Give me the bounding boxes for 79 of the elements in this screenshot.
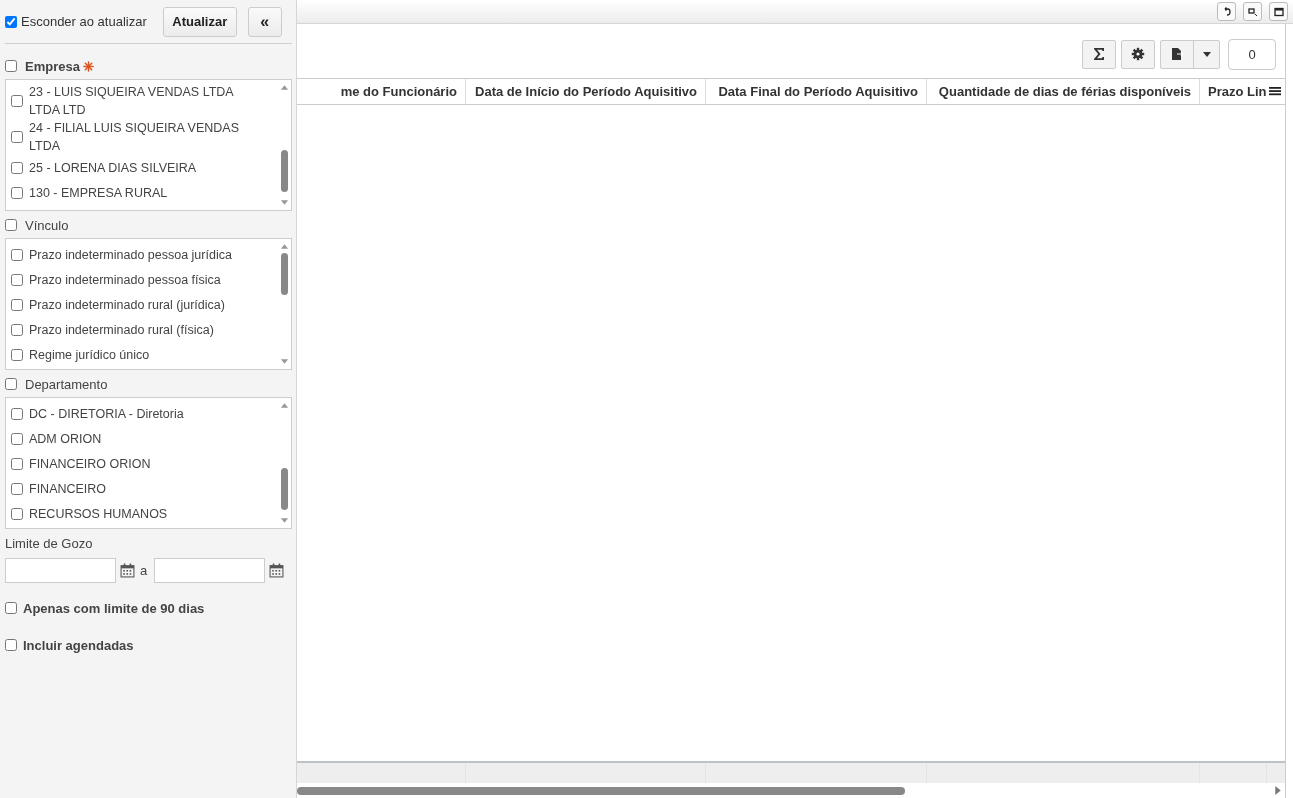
sum-button[interactable] bbox=[1082, 39, 1116, 69]
export-button[interactable] bbox=[1160, 39, 1220, 69]
list-item-label[interactable]: 25 - LORENA DIAS SILVEIRA bbox=[29, 158, 197, 177]
record-count: 0 bbox=[1228, 38, 1276, 70]
scrollbar-thumb[interactable] bbox=[280, 468, 288, 510]
caret-icon[interactable] bbox=[1202, 51, 1211, 57]
checkbox[interactable] bbox=[5, 602, 17, 614]
checkbox[interactable] bbox=[11, 482, 23, 495]
list-item-label[interactable]: DC - DIRETORIA - Diretoria bbox=[29, 404, 184, 423]
file-export-icon bbox=[1170, 47, 1184, 61]
column-header[interactable]: Quantidade de dias de férias disponíveis bbox=[927, 79, 1200, 104]
column-header[interactable]: Data Final do Período Aquisitivo bbox=[706, 79, 927, 104]
list-item-label[interactable]: Prazo indeterminado rural (física) bbox=[29, 320, 214, 339]
checkbox[interactable] bbox=[5, 378, 17, 390]
checkbox[interactable] bbox=[11, 507, 23, 520]
filter-label: Empresa bbox=[25, 58, 80, 74]
scroll-up-icon[interactable] bbox=[279, 243, 289, 249]
date-field[interactable] bbox=[154, 558, 266, 583]
checkbox[interactable] bbox=[11, 161, 23, 174]
checkbox-label: Esconder ao atualizar bbox=[21, 14, 147, 29]
refresh-button[interactable]: Atualizar bbox=[162, 6, 237, 37]
checkbox[interactable] bbox=[5, 15, 17, 28]
scrollbar-thumb[interactable] bbox=[297, 786, 905, 795]
restore-button[interactable] bbox=[1217, 2, 1236, 21]
range-separator: a bbox=[140, 563, 148, 578]
calendar-icon[interactable] bbox=[269, 563, 285, 578]
settings-icon bbox=[1131, 47, 1145, 61]
menu-icon[interactable] bbox=[1269, 86, 1281, 96]
list-item-label[interactable]: Regime jurídico único bbox=[29, 345, 150, 364]
list-item-label[interactable]: Prazo indeterminado rural (jurídica) bbox=[29, 295, 225, 314]
checkbox[interactable] bbox=[5, 219, 17, 231]
scroll-down-icon[interactable] bbox=[279, 518, 289, 524]
settings-button[interactable] bbox=[1121, 39, 1155, 69]
checkbox[interactable] bbox=[11, 95, 23, 107]
scroll-up-icon[interactable] bbox=[279, 402, 289, 408]
scroll-down-icon[interactable] bbox=[279, 200, 289, 206]
filter-label: Vínculo bbox=[25, 217, 69, 233]
scrollbar-thumb[interactable] bbox=[280, 253, 288, 295]
checkbox[interactable] bbox=[5, 60, 17, 72]
maximize-icon bbox=[1273, 6, 1284, 17]
checkbox[interactable] bbox=[11, 298, 23, 311]
checkbox[interactable] bbox=[11, 457, 23, 470]
list-item-label[interactable]: Prazo indeterminado pessoa jurídica bbox=[29, 245, 232, 264]
checkbox[interactable] bbox=[11, 348, 23, 361]
minimize-icon bbox=[1247, 6, 1258, 17]
checkbox[interactable] bbox=[11, 273, 23, 286]
checkbox[interactable] bbox=[11, 186, 23, 199]
list-item-label[interactable]: FINANCEIRO bbox=[29, 479, 107, 498]
collapse-button[interactable]: « bbox=[247, 6, 282, 37]
date-field[interactable] bbox=[5, 558, 116, 583]
column-header[interactable]: me do Funcionário bbox=[297, 79, 466, 104]
maximize-button[interactable] bbox=[1269, 2, 1288, 21]
field-label: Limite de Gozo bbox=[5, 536, 94, 553]
list-item-label[interactable]: 24 - FILIAL LUIS SIQUEIRA VENDAS LTDA bbox=[29, 119, 264, 155]
filter-label: Departamento bbox=[25, 376, 108, 392]
scroll-up-icon[interactable] bbox=[279, 84, 289, 90]
checkbox[interactable] bbox=[11, 407, 23, 420]
checkbox[interactable] bbox=[5, 639, 17, 651]
list-item-label[interactable]: FINANCEIRO ORION bbox=[29, 454, 151, 473]
column-header[interactable]: Data de Início do Período Aquisitivo bbox=[466, 79, 706, 104]
checkbox[interactable] bbox=[11, 248, 23, 261]
list-item-label[interactable]: RECURSOS HUMANOS bbox=[29, 504, 168, 523]
calendar-icon[interactable] bbox=[120, 563, 135, 578]
scroll-down-icon[interactable] bbox=[279, 359, 289, 365]
column-header[interactable]: Prazo Lin bbox=[1200, 79, 1267, 104]
option-label: Apenas com limite de 90 dias bbox=[23, 600, 205, 616]
minimize-button[interactable] bbox=[1243, 2, 1262, 21]
sigma-icon bbox=[1092, 47, 1106, 61]
scrollbar-thumb[interactable] bbox=[280, 150, 288, 192]
list-item-label[interactable]: Prazo indeterminado pessoa física bbox=[29, 270, 221, 289]
required-icon bbox=[82, 60, 94, 72]
list-item-label[interactable]: 130 - EMPRESA RURAL bbox=[29, 183, 168, 202]
checkbox[interactable] bbox=[11, 131, 23, 143]
checkbox[interactable] bbox=[11, 323, 23, 336]
list-item-label[interactable]: ADM ORION bbox=[29, 429, 102, 448]
list-item-label[interactable]: 23 - LUIS SIQUEIRA VENDAS LTDA LTDA LTD bbox=[29, 83, 264, 119]
scroll-right-icon[interactable] bbox=[1275, 786, 1281, 795]
option-label: Incluir agendadas bbox=[23, 637, 134, 653]
checkbox[interactable] bbox=[11, 432, 23, 445]
